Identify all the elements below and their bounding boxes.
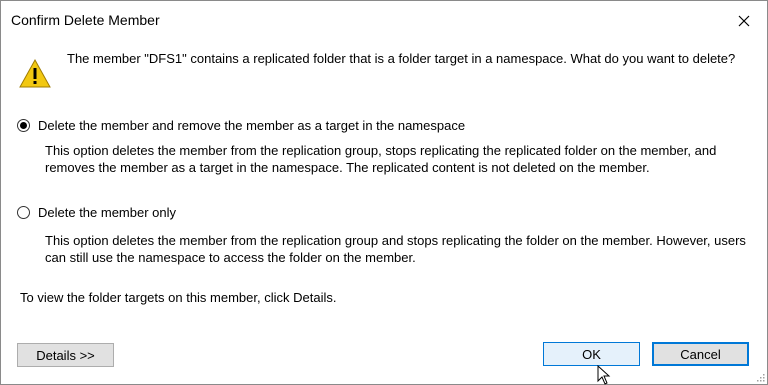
radio-delete-and-remove-target[interactable] [17,119,30,132]
confirmation-message: The member "DFS1" contains a replicated … [67,51,736,66]
mouse-cursor-icon [597,365,611,385]
option-delete-and-remove-target[interactable]: Delete the member and remove the member … [17,118,465,133]
option-delete-member-only-description: This option deletes the member from the … [45,233,746,265]
confirm-delete-member-dialog: Confirm Delete Member The member "DFS1" … [0,0,768,385]
option-delete-member-only-label[interactable]: Delete the member only [38,205,176,220]
radio-selected-dot [20,122,27,129]
dialog-title: Confirm Delete Member [11,12,160,28]
details-hint-text: To view the folder targets on this membe… [20,290,337,305]
warning-icon [19,58,51,88]
option-delete-member-only[interactable]: Delete the member only [17,205,176,220]
option-delete-and-remove-target-description: This option deletes the member from the … [45,143,717,175]
close-icon [738,15,750,26]
option-delete-and-remove-target-label[interactable]: Delete the member and remove the member … [38,118,465,133]
cancel-button[interactable]: Cancel [652,342,749,366]
resize-grip-icon[interactable] [755,372,765,382]
ok-button[interactable]: OK [543,342,640,366]
close-button[interactable] [721,1,767,40]
details-button[interactable]: Details >> [17,343,114,367]
radio-delete-member-only[interactable] [17,206,30,219]
title-bar: Confirm Delete Member [1,1,767,40]
